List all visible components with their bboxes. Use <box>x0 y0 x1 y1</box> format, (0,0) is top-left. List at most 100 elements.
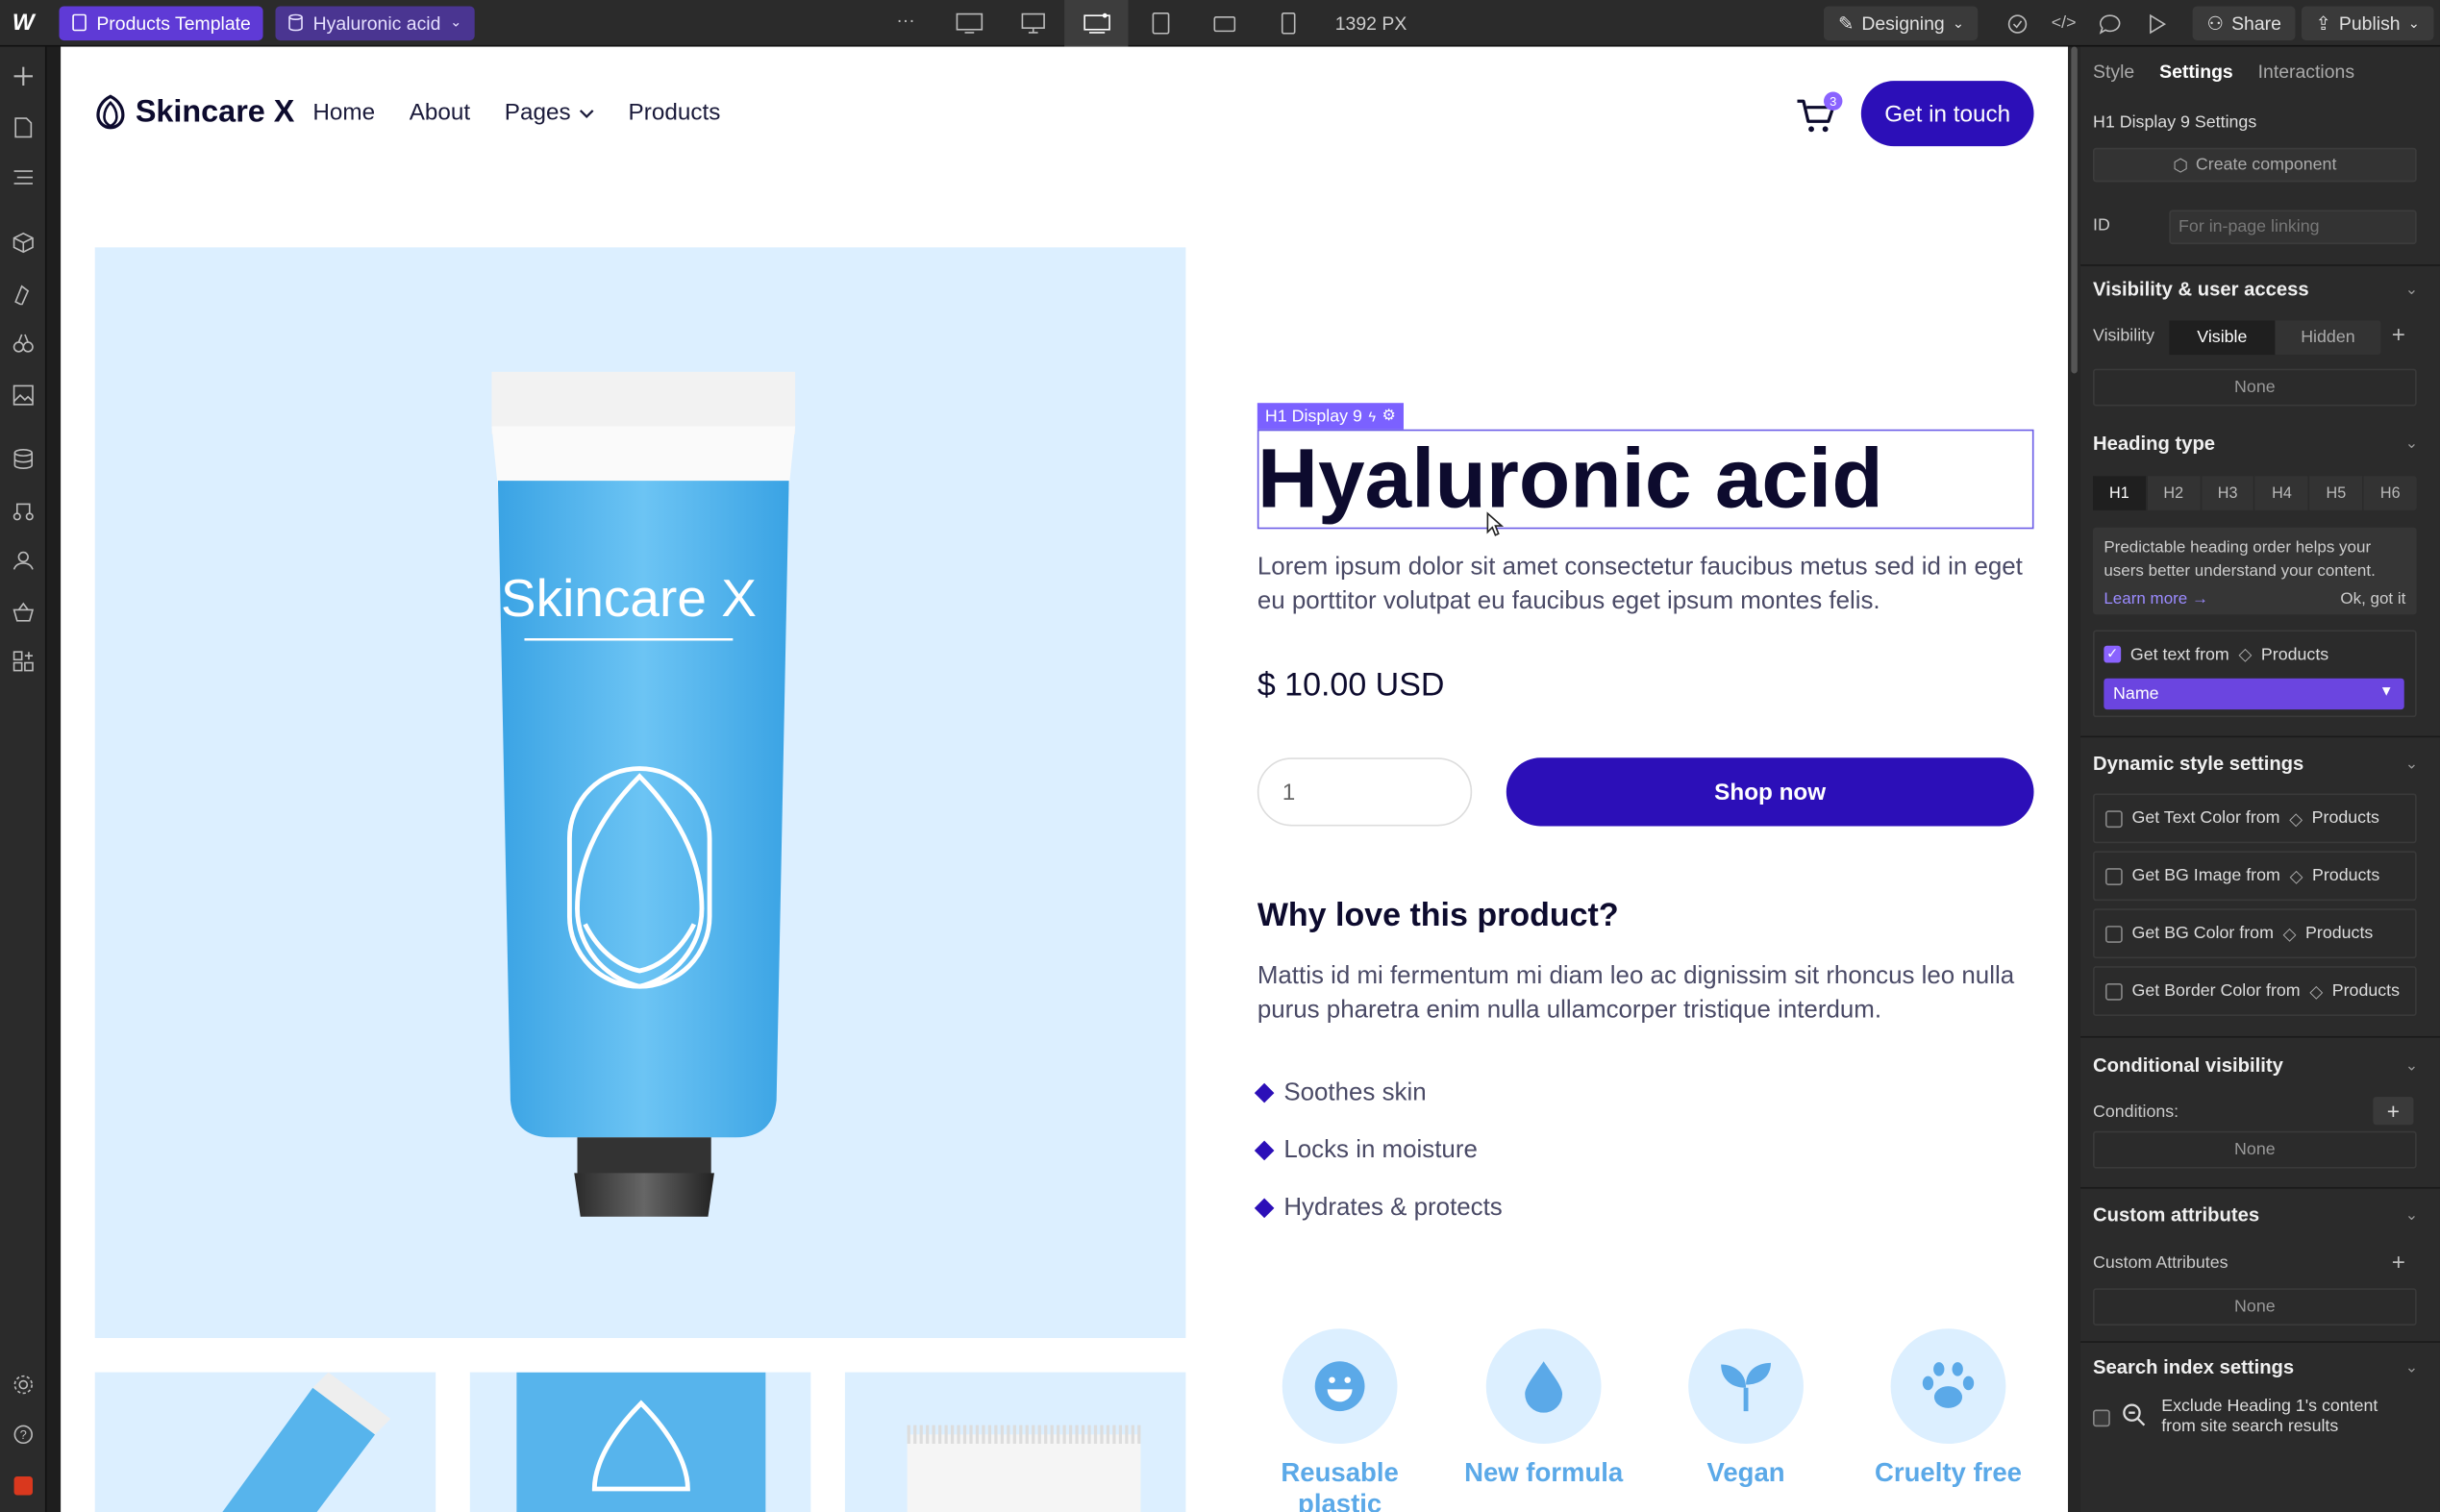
chevron-down-icon[interactable]: ⌄ <box>2405 435 2419 453</box>
styles-icon[interactable] <box>0 275 47 312</box>
tab-settings[interactable]: Settings <box>2159 61 2233 96</box>
product-description[interactable]: Lorem ipsum dolor sit amet consectetur f… <box>1257 551 2035 619</box>
preview-play-icon[interactable] <box>2137 0 2178 47</box>
conditions-label: Conditions: <box>2093 1103 2179 1123</box>
pages-icon[interactable] <box>0 109 47 146</box>
selected-element-tag[interactable]: H1 Display 9 ϟ ⚙ <box>1257 403 1405 430</box>
dynamic-style-section: Dynamic style settings ⌄ <box>2080 735 2440 775</box>
record-icon[interactable] <box>0 1467 47 1504</box>
users-icon[interactable] <box>0 541 47 579</box>
add-panel-icon[interactable] <box>0 58 47 95</box>
settings-gear-icon[interactable] <box>0 1366 47 1403</box>
site-brand[interactable]: Skincare X <box>95 93 294 131</box>
designer-canvas[interactable]: Skincare X Home About Pages Products 3 G… <box>61 46 2069 1512</box>
mode-selector[interactable]: ✎ Designing ⌄ <box>1824 6 1979 41</box>
cms-item-selector[interactable]: Hyaluronic acid ⌄ <box>275 5 475 40</box>
hidden-option[interactable]: Hidden <box>2275 320 2380 355</box>
canvas-scroll-thumb[interactable] <box>2071 46 2078 374</box>
why-love-heading[interactable]: Why love this product? <box>1257 898 1619 935</box>
ok-got-it-button[interactable]: Ok, got it <box>2340 588 2405 611</box>
add-visibility-icon[interactable]: + <box>2392 322 2405 349</box>
variables-icon[interactable] <box>0 325 47 362</box>
diamond-bullet-icon <box>1254 1198 1275 1219</box>
thumbnail-1[interactable] <box>94 1372 436 1512</box>
breakpoint-tablet-icon[interactable] <box>1128 0 1191 47</box>
help-icon[interactable]: ? <box>0 1416 47 1453</box>
breakpoint-base-icon[interactable] <box>1064 0 1129 47</box>
field-select[interactable]: Name ▼ <box>2104 678 2404 710</box>
product-price[interactable]: $ 10.00 USD <box>1257 667 1445 705</box>
dynamic-style-title[interactable]: Dynamic style settings <box>2093 753 2303 775</box>
chevron-down-icon[interactable]: ⌄ <box>2405 1360 2419 1377</box>
thumbnail-2[interactable] <box>469 1372 811 1512</box>
tab-interactions[interactable]: Interactions <box>2258 61 2354 96</box>
shop-now-button[interactable]: Shop now <box>1506 757 2034 827</box>
add-attribute-icon[interactable]: + <box>2392 1250 2405 1277</box>
page-selector[interactable]: Products Template <box>59 5 263 40</box>
heading-type-title[interactable]: Heading type <box>2093 433 2215 455</box>
visibility-label: Visibility <box>2093 326 2155 346</box>
visibility-section-title[interactable]: Visibility & user access <box>2093 279 2309 301</box>
assets-icon[interactable] <box>0 377 47 414</box>
chevron-down-icon[interactable]: ⌄ <box>2405 1058 2419 1076</box>
navigator-icon[interactable] <box>0 159 47 196</box>
feature-label: Reusable plastic <box>1281 1457 1399 1512</box>
heading-h5-option[interactable]: H5 <box>2310 476 2364 510</box>
learn-more-link[interactable]: Learn more → <box>2104 588 2208 611</box>
conditional-visibility-title[interactable]: Conditional visibility <box>2093 1054 2283 1077</box>
id-input[interactable]: For in-page linking <box>2169 210 2417 245</box>
exclude-search-checkbox[interactable] <box>2093 1409 2110 1427</box>
why-love-description[interactable]: Mattis id mi fermentum mi diam leo ac di… <box>1257 960 2035 1029</box>
breakpoint-desktop-icon[interactable] <box>1001 0 1064 47</box>
checkbox[interactable] <box>2104 925 2123 943</box>
breakpoint-mobile-landscape-icon[interactable] <box>1192 0 1256 47</box>
logic-icon[interactable] <box>0 491 47 529</box>
thumbnail-3[interactable] <box>844 1372 1186 1512</box>
custom-attributes-title[interactable]: Custom attributes <box>2093 1204 2259 1227</box>
ecommerce-basket-icon[interactable] <box>0 593 47 631</box>
create-component-button[interactable]: ⬡ Create component <box>2093 147 2417 183</box>
get-text-checkbox[interactable]: ✓ <box>2104 645 2122 663</box>
audit-check-icon[interactable] <box>1997 0 2037 47</box>
nav-link-home[interactable]: Home <box>312 100 375 127</box>
comment-icon[interactable] <box>2090 0 2130 47</box>
chevron-down-icon[interactable]: ⌄ <box>2405 756 2419 774</box>
quantity-input[interactable]: 1 <box>1257 757 1473 827</box>
heading-h2-option[interactable]: H2 <box>2147 476 2202 510</box>
benefit-text: Locks in moisture <box>1283 1136 1478 1163</box>
share-button[interactable]: ⚇ Share <box>2192 6 2296 41</box>
components-icon[interactable] <box>0 224 47 261</box>
dynamic-row-label: Get Border Color from <box>2131 981 2301 1001</box>
feature-label: Vegan <box>1706 1457 1785 1488</box>
visible-option[interactable]: Visible <box>2169 320 2276 356</box>
nav-link-products[interactable]: Products <box>629 100 721 127</box>
get-in-touch-button[interactable]: Get in touch <box>1860 81 2034 147</box>
checkbox[interactable] <box>2104 809 2123 828</box>
nav-link-pages[interactable]: Pages <box>505 100 594 126</box>
publish-button[interactable]: ⇪ Publish ⌄ <box>2301 6 2434 41</box>
search-index-title[interactable]: Search index settings <box>2093 1356 2294 1378</box>
chevron-down-icon[interactable]: ⌄ <box>2405 282 2419 299</box>
heading-h6-option[interactable]: H6 <box>2364 476 2417 510</box>
apps-icon[interactable] <box>0 642 47 680</box>
dynamic-text-color-row[interactable]: Get Text Color from ◇ Products <box>2093 793 2417 844</box>
dynamic-bg-image-row[interactable]: Get BG Image from ◇ Products <box>2093 851 2417 902</box>
nav-link-about[interactable]: About <box>410 100 470 127</box>
heading-h1-option[interactable]: H1 <box>2093 476 2148 510</box>
dynamic-border-color-row[interactable]: Get Border Color from ◇ Products <box>2093 966 2417 1016</box>
heading-h4-option[interactable]: H4 <box>2255 476 2310 510</box>
checkbox[interactable] <box>2104 867 2123 885</box>
tab-style[interactable]: Style <box>2093 61 2134 96</box>
code-icon[interactable]: </> <box>2044 0 2084 47</box>
element-settings-gear-icon[interactable]: ⚙ <box>1382 408 1397 425</box>
chevron-down-icon[interactable]: ⌄ <box>2405 1207 2419 1225</box>
breakpoint-large-desktop-icon[interactable] <box>936 0 1000 47</box>
heading-h3-option[interactable]: H3 <box>2202 476 2256 510</box>
breakpoint-mobile-portrait-icon[interactable] <box>1256 0 1319 47</box>
cms-icon[interactable] <box>0 440 47 478</box>
webflow-logo-icon[interactable]: W <box>0 0 47 46</box>
dynamic-bg-color-row[interactable]: Get BG Color from ◇ Products <box>2093 908 2417 959</box>
add-condition-icon[interactable]: + <box>2373 1097 2414 1126</box>
checkbox[interactable] <box>2104 982 2123 1000</box>
product-hero-image[interactable]: Skincare X <box>94 247 1186 1338</box>
